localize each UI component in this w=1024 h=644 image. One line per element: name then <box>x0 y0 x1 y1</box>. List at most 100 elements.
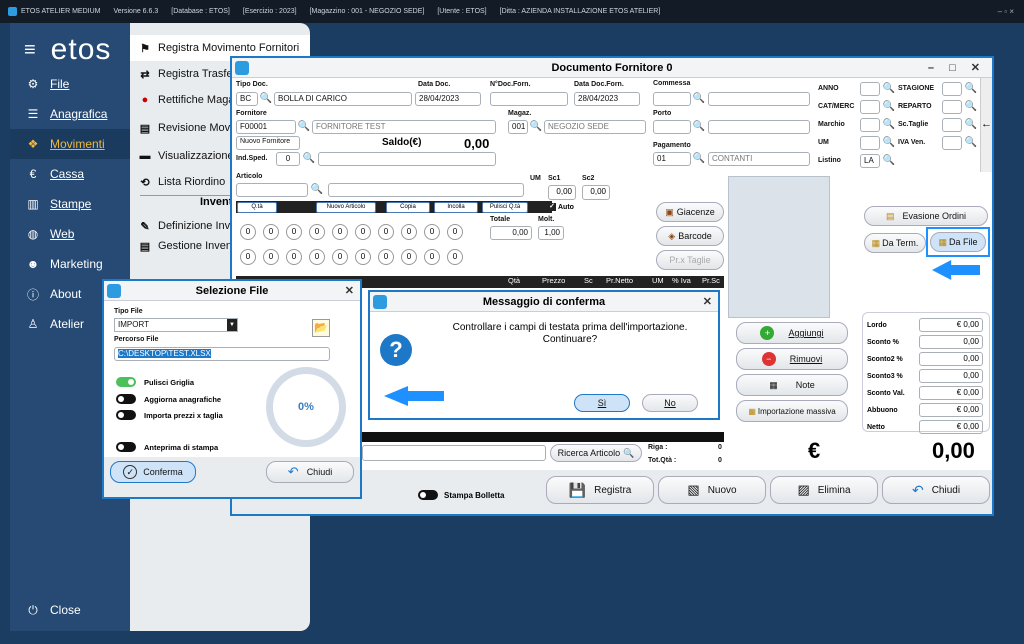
hamburger-icon[interactable]: ≡ <box>24 39 37 62</box>
qty-cell[interactable]: 0 <box>424 249 440 265</box>
qty-cell[interactable]: 0 <box>332 249 348 265</box>
qty-cell[interactable]: 0 <box>309 249 325 265</box>
auto-checkbox[interactable]: ✓ Auto <box>548 203 574 211</box>
sidebar-item-anagrafica[interactable]: ☰ Anagrafica <box>10 99 130 129</box>
search-icon[interactable]: 🔍 <box>964 136 978 150</box>
qty-cell[interactable]: 0 <box>263 249 279 265</box>
sctaglie-field[interactable] <box>942 118 962 132</box>
qty-cell[interactable]: 0 <box>240 224 256 240</box>
qty-cell[interactable]: 0 <box>378 224 394 240</box>
data-doc-field[interactable]: 28/04/2023 <box>415 92 481 106</box>
conferma-button[interactable]: ✓ Conferma <box>110 461 196 483</box>
search-icon[interactable]: 🔍 <box>964 82 978 96</box>
qty-cell[interactable]: 0 <box>401 224 417 240</box>
qty-cell[interactable]: 0 <box>332 224 348 240</box>
qty-cell[interactable]: 0 <box>240 249 256 265</box>
search-icon[interactable]: 🔍 <box>882 136 896 150</box>
search-icon[interactable]: 🔍 <box>259 92 273 106</box>
search-icon[interactable]: 🔍 <box>310 183 324 197</box>
anno-field[interactable] <box>860 82 880 96</box>
si-button[interactable]: Sì <box>574 394 630 412</box>
qty-cell[interactable]: 0 <box>286 224 302 240</box>
search-icon[interactable]: 🔍 <box>882 82 896 96</box>
tipo-doc-desc[interactable]: BOLLA DI CARICO <box>274 92 412 106</box>
search-icon[interactable]: 🔍 <box>964 118 978 132</box>
ivaven-field[interactable] <box>942 136 962 150</box>
porto-desc[interactable] <box>708 120 810 134</box>
commessa-desc[interactable] <box>708 92 810 106</box>
chiudi-selezione-button[interactable]: ↶ Chiudi <box>266 461 354 483</box>
window-controls[interactable]: – □ ✕ <box>928 61 986 74</box>
magaz-code[interactable]: 001 <box>508 120 528 134</box>
search-icon[interactable]: 🔍 <box>882 154 896 168</box>
rimuovi-button[interactable]: − Rimuovi <box>736 348 848 370</box>
pulisci-qta-button[interactable]: Pulisci Q.tà <box>482 202 528 213</box>
search-icon[interactable]: 🔍 <box>882 118 896 132</box>
pagamento-code[interactable]: 01 <box>653 152 691 166</box>
fornitore-code[interactable]: F00001 <box>236 120 296 134</box>
molt-field[interactable]: 1,00 <box>538 226 564 240</box>
commessa-code[interactable] <box>653 92 691 106</box>
importazione-massiva-button[interactable]: ▦ Importazione massiva <box>736 400 848 422</box>
marchio-field[interactable] <box>860 118 880 132</box>
porto-code[interactable] <box>653 120 691 134</box>
nuovo-articolo-button[interactable]: Nuovo Articolo <box>316 202 376 213</box>
um-field[interactable] <box>860 136 880 150</box>
folder-icon[interactable]: 📂 <box>312 319 330 337</box>
catmerc-field[interactable] <box>860 100 880 114</box>
articolo-desc[interactable] <box>328 183 524 197</box>
percorso-field[interactable]: C:\DESKTOP\TEST.XLSX <box>114 347 330 361</box>
qty-cell[interactable]: 0 <box>286 249 302 265</box>
nuovo-button[interactable]: ▧ Nuovo <box>658 476 766 504</box>
search-icon[interactable]: 🔍 <box>529 120 543 134</box>
search-icon[interactable]: 🔍 <box>297 120 311 134</box>
sidebar-item-stampe[interactable]: ▥ Stampe <box>10 189 130 219</box>
arrow-left-icon[interactable]: ← <box>981 118 992 130</box>
ind-sped-desc[interactable] <box>318 152 496 166</box>
tab-qta[interactable]: Q.tà <box>237 202 277 213</box>
search-icon[interactable]: 🔍 <box>882 100 896 114</box>
sc2-field[interactable]: 0,00 <box>582 185 610 200</box>
magaz-desc[interactable]: NEGOZIO SEDE <box>544 120 646 134</box>
aggiorna-anagrafiche-toggle[interactable]: Aggiorna anagrafiche <box>116 394 221 404</box>
totale-field[interactable]: 0,00 <box>490 226 532 240</box>
ndoc-forn-field[interactable] <box>490 92 568 106</box>
qty-cell[interactable]: 0 <box>401 249 417 265</box>
registra-button[interactable]: 💾 Registra <box>546 476 654 504</box>
no-button[interactable]: No <box>642 394 698 412</box>
barcode-button[interactable]: ◈ Barcode <box>656 226 724 246</box>
elimina-button[interactable]: ▨ Elimina <box>770 476 878 504</box>
aggiungi-button[interactable]: + Aggiungi <box>736 322 848 344</box>
qty-cell[interactable]: 0 <box>355 224 371 240</box>
pagamento-desc[interactable]: CONTANTI <box>708 152 810 166</box>
qty-cell[interactable]: 0 <box>309 224 325 240</box>
tipo-file-select[interactable]: IMPORT ▼ <box>114 318 238 332</box>
search-icon[interactable]: 🔍 <box>692 120 706 134</box>
ricerca-input[interactable] <box>362 445 546 461</box>
importa-prezzi-toggle[interactable]: Importa prezzi x taglia <box>116 410 223 420</box>
da-file-button[interactable]: ▦ Da File <box>930 232 986 252</box>
giacenze-button[interactable]: ▣ Giacenze <box>656 202 724 222</box>
sidebar-close[interactable]: ⏻ Close <box>10 595 130 625</box>
search-icon[interactable]: 🔍 <box>302 152 316 166</box>
search-icon[interactable]: 🔍 <box>692 92 706 106</box>
nuovo-fornitore-button[interactable]: Nuovo Fornitore <box>236 136 300 150</box>
da-term-button[interactable]: ▦ Da Term. <box>864 233 926 253</box>
incolla-button[interactable]: Incolla <box>434 202 478 213</box>
qty-cell[interactable]: 0 <box>447 249 463 265</box>
pulisci-griglia-toggle[interactable]: Pulisci Griglia <box>116 377 194 387</box>
sidebar-item-web[interactable]: ◍ Web <box>10 219 130 249</box>
chiudi-button[interactable]: ↶ Chiudi <box>882 476 990 504</box>
prx-taglie-button[interactable]: Pr.x Taglie <box>656 250 724 270</box>
stagione-field[interactable] <box>942 82 962 96</box>
reparto-field[interactable] <box>942 100 962 114</box>
sidebar-item-marketing[interactable]: ☻ Marketing <box>10 249 130 279</box>
qty-cell[interactable]: 0 <box>424 224 440 240</box>
qty-cell[interactable]: 0 <box>355 249 371 265</box>
anteprima-toggle[interactable]: Anteprima di stampa <box>116 442 218 452</box>
note-button[interactable]: ▦ Note <box>736 374 848 396</box>
sidebar-item-cassa[interactable]: € Cassa <box>10 159 130 189</box>
evasione-ordini-button[interactable]: ▤ Evasione Ordini <box>864 206 988 226</box>
qty-cell[interactable]: 0 <box>378 249 394 265</box>
sidebar-item-file[interactable]: ⚙ File <box>10 69 130 99</box>
